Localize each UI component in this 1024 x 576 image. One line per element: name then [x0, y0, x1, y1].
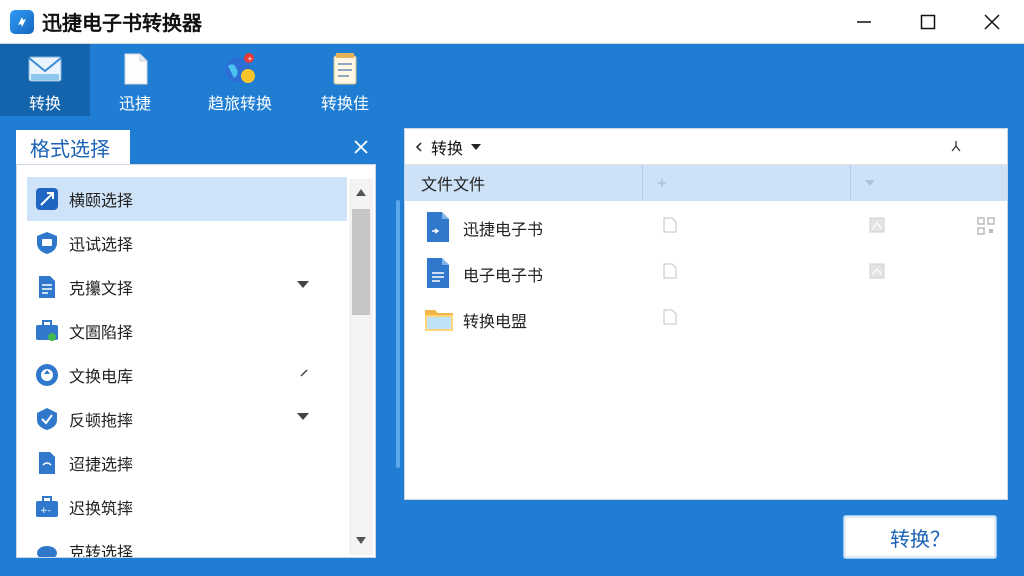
- envelope-icon: [28, 56, 62, 82]
- column-header-2[interactable]: [643, 165, 851, 201]
- page-icon: [663, 217, 677, 233]
- toolbar-trend-convert-button[interactable]: + 趋旅转换: [180, 44, 300, 116]
- page-icon: [663, 263, 677, 279]
- ebook-file-icon: [427, 212, 449, 242]
- toolbar-label: 转换: [28, 94, 61, 113]
- list-item-label: 克攥文择: [69, 279, 134, 298]
- chevron-up-icon: [356, 188, 366, 196]
- toolbox-icon: [36, 320, 58, 341]
- list-item[interactable]: 文圄陷择: [27, 309, 347, 353]
- pin-icon[interactable]: [949, 139, 963, 153]
- scroll-thumb[interactable]: [352, 209, 370, 315]
- briefcase-icon: +-: [36, 496, 58, 517]
- toolbar-xunjie-button[interactable]: 迅捷: [90, 44, 180, 116]
- scroll-down-button[interactable]: [349, 529, 373, 551]
- globe-icon: +: [225, 53, 255, 83]
- list-item[interactable]: 反顿拖摔: [27, 397, 347, 441]
- column-header-label: 文件文件: [421, 175, 486, 194]
- format-select-tab[interactable]: 格式选择: [16, 130, 130, 164]
- toolbar-convert-button[interactable]: 转换: [0, 44, 90, 116]
- close-icon: [354, 140, 368, 154]
- list-item-label: 克转选择: [69, 543, 134, 558]
- column-header-3[interactable]: [851, 165, 1007, 201]
- list-item[interactable]: 迅试选择: [27, 221, 347, 265]
- close-icon: [984, 14, 1000, 30]
- file-list-panel: 转换 文件文件 迅捷电子书 电子电子书 转换电盟: [404, 128, 1008, 500]
- app-logo-icon: [10, 9, 34, 34]
- qr-icon[interactable]: [977, 217, 995, 235]
- chevron-down-icon[interactable]: [471, 143, 482, 150]
- title-bar: 迅捷电子书转换器: [0, 0, 1024, 44]
- cloud-icon: [37, 546, 57, 557]
- main-toolbar: 转换 迅捷 + 趋旅转换 转换佳: [0, 44, 1024, 116]
- file-row[interactable]: 迅捷电子书: [405, 203, 1007, 249]
- list-item[interactable]: +- 迟换筑摔: [27, 485, 347, 529]
- close-button[interactable]: [960, 0, 1024, 44]
- maximize-icon: [920, 14, 936, 30]
- toolbar-label: 迅捷: [118, 94, 151, 113]
- page-icon: [663, 309, 677, 325]
- app-title: 迅捷电子书转换器: [42, 11, 202, 35]
- folder-icon: [425, 310, 453, 331]
- list-item[interactable]: 克转选择: [27, 529, 347, 558]
- chevron-down-icon: [356, 536, 366, 544]
- list-item-label: 文换电库: [69, 367, 134, 386]
- notepad-icon: [333, 53, 357, 85]
- format-list: 横颐选择 迅试选择 克攥文择 文圄陷择 文换电库 反顿拖摔 迢捷选摔 +- 迟换…: [27, 177, 347, 558]
- panel-close-button[interactable]: [350, 136, 372, 158]
- maximize-button[interactable]: [896, 0, 960, 44]
- convert-button[interactable]: 转换？: [843, 515, 997, 559]
- list-item-label: 迟换筑摔: [69, 499, 134, 518]
- toolbar-convert-plus-button[interactable]: 转换佳: [300, 44, 390, 116]
- file-row[interactable]: 电子电子书: [405, 249, 1007, 295]
- sort-icon: [658, 179, 666, 187]
- back-icon[interactable]: [415, 141, 423, 152]
- list-item[interactable]: 横颐选择: [27, 177, 347, 221]
- page-icon: [39, 452, 55, 474]
- list-item[interactable]: 迢捷选摔: [27, 441, 347, 485]
- image-icon: [869, 217, 885, 233]
- chevron-small-icon[interactable]: [299, 369, 311, 377]
- document-icon: [39, 276, 55, 298]
- column-header-name[interactable]: 文件文件: [405, 165, 643, 201]
- toolbar-label: 趋旅转换: [207, 94, 272, 113]
- minimize-button[interactable]: [832, 0, 896, 44]
- list-item-label: 迢捷选摔: [69, 455, 134, 474]
- chevron-down-icon[interactable]: [297, 413, 309, 421]
- file-row[interactable]: 转换电盟: [405, 295, 1007, 341]
- format-list-panel: 横颐选择 迅试选择 克攥文择 文圄陷择 文换电库 反顿拖摔 迢捷选摔 +- 迟换…: [16, 164, 376, 558]
- breadcrumb: 转换: [405, 129, 1007, 165]
- file-name: 转换电盟: [463, 312, 528, 331]
- document-icon: [124, 53, 148, 85]
- panel-splitter[interactable]: [396, 200, 400, 468]
- refresh-icon: [36, 364, 58, 386]
- list-item-label: 横颐选择: [69, 191, 134, 210]
- list-item-label: 迅试选择: [69, 235, 134, 254]
- scroll-up-button[interactable]: [349, 181, 373, 203]
- check-badge-icon: [37, 408, 57, 430]
- shield-chat-icon: [37, 232, 57, 254]
- list-item-label: 反顿拖摔: [69, 411, 134, 430]
- list-item[interactable]: 克攥文择: [27, 265, 347, 309]
- list-item-label: 文圄陷择: [69, 323, 134, 342]
- ebook-file-icon: [427, 258, 449, 288]
- file-name: 电子电子书: [463, 266, 544, 285]
- svg-text:+: +: [247, 55, 253, 63]
- chevron-down-icon: [865, 180, 875, 186]
- chevron-down-icon[interactable]: [297, 281, 309, 289]
- breadcrumb-label[interactable]: 转换: [431, 135, 463, 159]
- column-header: 文件文件: [405, 165, 1007, 201]
- svg-text:+-: +-: [40, 506, 51, 516]
- minimize-icon: [857, 21, 871, 23]
- image-icon: [869, 263, 885, 279]
- list-item[interactable]: 文换电库: [27, 353, 347, 397]
- toolbar-label: 转换佳: [320, 94, 369, 113]
- file-name: 迅捷电子书: [463, 220, 544, 239]
- arrow-icon: [36, 188, 58, 210]
- list-scrollbar[interactable]: [349, 179, 373, 555]
